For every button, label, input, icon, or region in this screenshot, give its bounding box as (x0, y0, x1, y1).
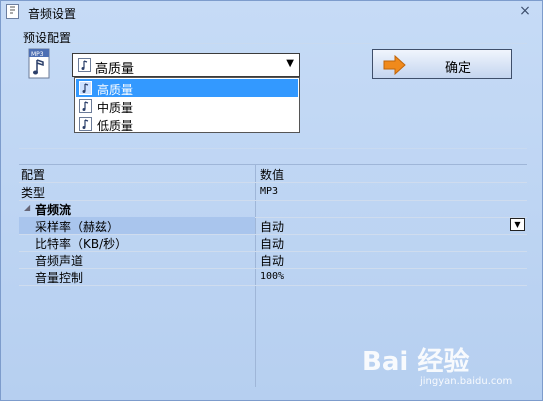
arrow-right-icon (383, 54, 407, 78)
ok-button[interactable]: 确定 (372, 49, 512, 79)
chevron-down-icon[interactable]: ▼ (286, 58, 294, 69)
svg-text:MP3: MP3 (31, 51, 44, 58)
title-bar: 音频设置 × (1, 1, 542, 23)
expander-icon[interactable]: ◢ (24, 203, 30, 212)
watermark-logo: Bai 经验 jingyan.baidu.com (362, 347, 513, 387)
grid-row-sample-rate[interactable]: 采样率（赫兹） 自动 ▼ (19, 217, 527, 235)
grid-row-volume[interactable]: 音量控制 100% (19, 268, 527, 286)
preset-dropdown-list: 高质量 中质量 低质量 (74, 77, 300, 133)
grid-category-audio-stream[interactable]: ◢ 音频流 (19, 200, 527, 218)
preset-combobox-value: 高质量 (95, 62, 135, 77)
music-note-icon (79, 117, 92, 134)
grid-row-type[interactable]: 类型 MP3 (19, 183, 527, 201)
audio-settings-window: 音频设置 × 预设配置 MP3 高质量 ▼ 高质量 中质量 低质量 确定 配置 … (0, 0, 543, 401)
grid-header: 配置 数值 (19, 165, 527, 183)
music-note-icon (79, 99, 92, 116)
music-note-icon (78, 58, 91, 75)
mp3-file-icon: MP3 (28, 48, 54, 80)
music-note-icon (79, 81, 92, 98)
preset-option-low[interactable]: 低质量 (76, 115, 298, 133)
window-title: 音频设置 (28, 7, 77, 21)
preset-option-medium[interactable]: 中质量 (76, 97, 298, 115)
chevron-down-icon[interactable]: ▼ (510, 218, 525, 231)
app-icon (6, 4, 19, 19)
grid-row-channels[interactable]: 音频声道 自动 (19, 251, 527, 269)
preset-option-high[interactable]: 高质量 (76, 79, 298, 97)
grid-row-bitrate[interactable]: 比特率（KB/秒） 自动 (19, 234, 527, 252)
close-icon[interactable]: × (518, 4, 532, 18)
preset-combobox[interactable]: 高质量 ▼ (72, 53, 300, 77)
